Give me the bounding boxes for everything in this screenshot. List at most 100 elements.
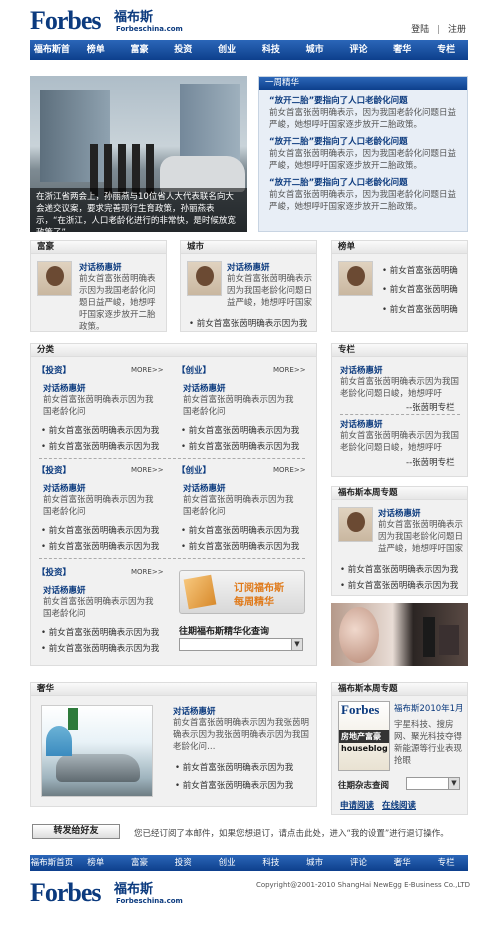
footer-logo[interactable]: Forbes 福布斯 Forbeschina.com <box>30 880 190 910</box>
nav-item[interactable]: 福布斯首页 <box>30 40 74 75</box>
register-link[interactable]: 注册 <box>448 25 466 35</box>
item-title[interactable]: 对话杨惠妍 <box>227 261 270 273</box>
issue-label: 福布斯2010年1月 <box>394 704 464 714</box>
item-title[interactable]: 对话杨惠妍 <box>79 261 122 273</box>
weekly-title: 一周精华 <box>259 77 467 90</box>
nav-item[interactable]: 投资 <box>161 40 205 60</box>
item-title[interactable]: 对话杨惠妍 <box>183 382 226 394</box>
avatar[interactable] <box>338 261 373 296</box>
magazine-select[interactable]: ▼ <box>406 777 460 790</box>
cosmetics-ad[interactable] <box>331 603 468 666</box>
category-tag[interactable]: 【创业】 <box>177 464 211 476</box>
list-item[interactable]: 前女首富张茵明确 <box>382 283 458 295</box>
unsubscribe-notice: 您已经订阅了本邮件，如果您想退订，请点击此处，进入“我的设置”进行退订操作。 <box>134 829 449 839</box>
list-item[interactable]: 前女首富张茵明确表示因为我 <box>41 424 160 436</box>
weekly-item-title[interactable]: “放开二胎”要指向了人口老龄化问题 <box>269 177 457 189</box>
list-item[interactable]: 前女首富张茵明确表示因为我 <box>175 761 294 773</box>
more-link[interactable]: MORE>> <box>131 466 164 474</box>
more-link[interactable]: MORE>> <box>131 366 164 374</box>
category-tag[interactable]: 【投资】 <box>37 464 71 476</box>
divider <box>39 458 305 459</box>
list-item[interactable]: 前女首富张茵明确表示因为我 <box>340 563 459 575</box>
item-title[interactable]: 对话杨惠妍 <box>43 482 86 494</box>
list-item[interactable]: 前女首富张茵明确表示因为我 <box>41 626 160 638</box>
list-item[interactable]: 前女首富张茵明确表示因为我 <box>189 317 308 329</box>
item-title[interactable]: 对话杨惠妍 <box>43 584 86 596</box>
section-title: 城市 <box>181 241 316 254</box>
category-box: 分类 【投资】 MORE>> 对话杨惠妍 前女首富张茵明确表示因为我国老龄化问 … <box>30 343 317 666</box>
more-link[interactable]: MORE>> <box>131 568 164 576</box>
list-item[interactable]: 前女首富张茵明确表示因为我 <box>181 440 300 452</box>
category-tag[interactable]: 【创业】 <box>177 364 211 376</box>
more-link[interactable]: MORE>> <box>273 466 306 474</box>
nav-item[interactable]: 奢华 <box>380 40 424 60</box>
issue-select[interactable]: ▼ <box>179 638 303 651</box>
logo-text: Forbes <box>30 878 102 907</box>
list-item[interactable]: 前女首富张茵明确表示因为我 <box>41 642 160 654</box>
forward-button[interactable]: 转发给好友 <box>32 824 120 839</box>
nav-item[interactable]: 创业 <box>205 855 249 871</box>
list-item[interactable]: 前女首富张茵明确表示因为我 <box>41 440 160 452</box>
more-link[interactable]: MORE>> <box>273 366 306 374</box>
copyright: Copyright@2001-2010 ShangHai NewEgg E-Bu… <box>255 881 470 889</box>
category-tag[interactable]: 【投资】 <box>37 566 71 578</box>
nav-item[interactable]: 城市 <box>293 40 337 60</box>
nav-item[interactable]: 投资 <box>161 855 205 871</box>
online-read-link[interactable]: 在线阅读 <box>382 799 416 811</box>
item-title[interactable]: 对话杨惠妍 <box>183 482 226 494</box>
car-image[interactable] <box>41 705 153 797</box>
avatar[interactable] <box>187 261 222 296</box>
item-title[interactable]: 对话杨惠妍 <box>340 418 383 430</box>
nav-item[interactable]: 评论 <box>337 855 381 871</box>
nav-item[interactable]: 评论 <box>337 40 381 60</box>
section-title: 福布斯本周专题 <box>332 487 467 500</box>
ranking-box: 榜单 前女首富张茵明确 前女首富张茵明确 前女首富张茵明确 <box>331 240 468 332</box>
nav-item[interactable]: 科技 <box>249 40 293 60</box>
list-item: “放开二胎”要指向了人口老龄化问题 前女首富张茵明确表示，因为我国老龄化问题日益… <box>269 177 457 212</box>
chevron-down-icon: ▼ <box>291 639 302 650</box>
item-title[interactable]: 对话杨惠妍 <box>173 705 216 717</box>
apply-read-link[interactable]: 申请阅读 <box>340 799 374 811</box>
list-item[interactable]: 前女首富张茵明确表示因为我 <box>41 524 160 536</box>
list-item[interactable]: 前女首富张茵明确表示因为我 <box>181 424 300 436</box>
nav-item[interactable]: 富豪 <box>118 855 162 871</box>
nav-item[interactable]: 创业 <box>205 40 249 60</box>
avatar[interactable] <box>37 261 72 296</box>
avatar[interactable] <box>338 507 373 542</box>
list-item[interactable]: 宇星科技、搜房网、聚光科技夺得新能源等行业表现抢眼 <box>394 719 464 767</box>
weekly-highlights: 一周精华 “放开二胎”要指向了人口老龄化问题 前女首富张茵明确表示，因为我国老龄… <box>258 76 468 232</box>
weekly-item-title[interactable]: “放开二胎”要指向了人口老龄化问题 <box>269 136 457 148</box>
nav-item[interactable]: 奢华 <box>380 855 424 871</box>
weekly-item-title[interactable]: “放开二胎”要指向了人口老龄化问题 <box>269 95 457 107</box>
nav-item[interactable]: 榜单 <box>74 855 118 871</box>
list-item[interactable]: 前女首富张茵明确表示因为我 <box>175 779 294 791</box>
item-title[interactable]: 对话杨惠妍 <box>43 382 86 394</box>
list-item[interactable]: 前女首富张茵明确表示因为我 <box>41 540 160 552</box>
list-item[interactable]: 前女首富张茵明确表示因为我 <box>181 540 300 552</box>
nav-item[interactable]: 专栏 <box>424 40 468 60</box>
query-label: 往期福布斯精华化查询 <box>179 627 270 637</box>
nav-item[interactable]: 科技 <box>249 855 293 871</box>
list-item[interactable]: 前女首富张茵明确 <box>382 264 458 276</box>
category-tag[interactable]: 【投资】 <box>37 364 71 376</box>
subscribe-banner[interactable]: 订阅福布斯 每周精华 <box>179 570 305 614</box>
nav-item[interactable]: 福布斯首页 <box>30 855 74 871</box>
item-title[interactable]: 对话杨惠妍 <box>378 507 421 519</box>
logo-cn: 福布斯 <box>114 10 154 25</box>
section-title: 福布斯本周专题 <box>332 683 467 696</box>
section-title: 富豪 <box>31 241 166 254</box>
forbes-logo[interactable]: Forbes 福布斯 Forbeschina.com <box>30 8 190 38</box>
nav-item[interactable]: 专栏 <box>424 855 468 871</box>
item-title[interactable]: 对话杨惠妍 <box>340 364 383 376</box>
nav-item[interactable]: 榜单 <box>74 40 118 60</box>
nav-item[interactable]: 城市 <box>293 855 337 871</box>
magazine-cover[interactable]: Forbes 房地产富豪 houseblog <box>338 701 390 771</box>
list-item[interactable]: 前女首富张茵明确表示因为我 <box>340 579 459 591</box>
nav-item[interactable]: 富豪 <box>118 40 162 60</box>
hero-image[interactable]: 在浙江省两会上，孙丽燕与10位省人大代表联名向大会递交议案，要求完善现行生育政策… <box>30 76 247 232</box>
list-item[interactable]: 前女首富张茵明确表示因为我 <box>181 524 300 536</box>
newspaper-icon <box>183 574 217 610</box>
login-link[interactable]: 登陆 <box>411 25 429 35</box>
list-item[interactable]: 前女首富张茵明确 <box>382 303 458 315</box>
logo-cn: 福布斯 <box>114 882 154 897</box>
